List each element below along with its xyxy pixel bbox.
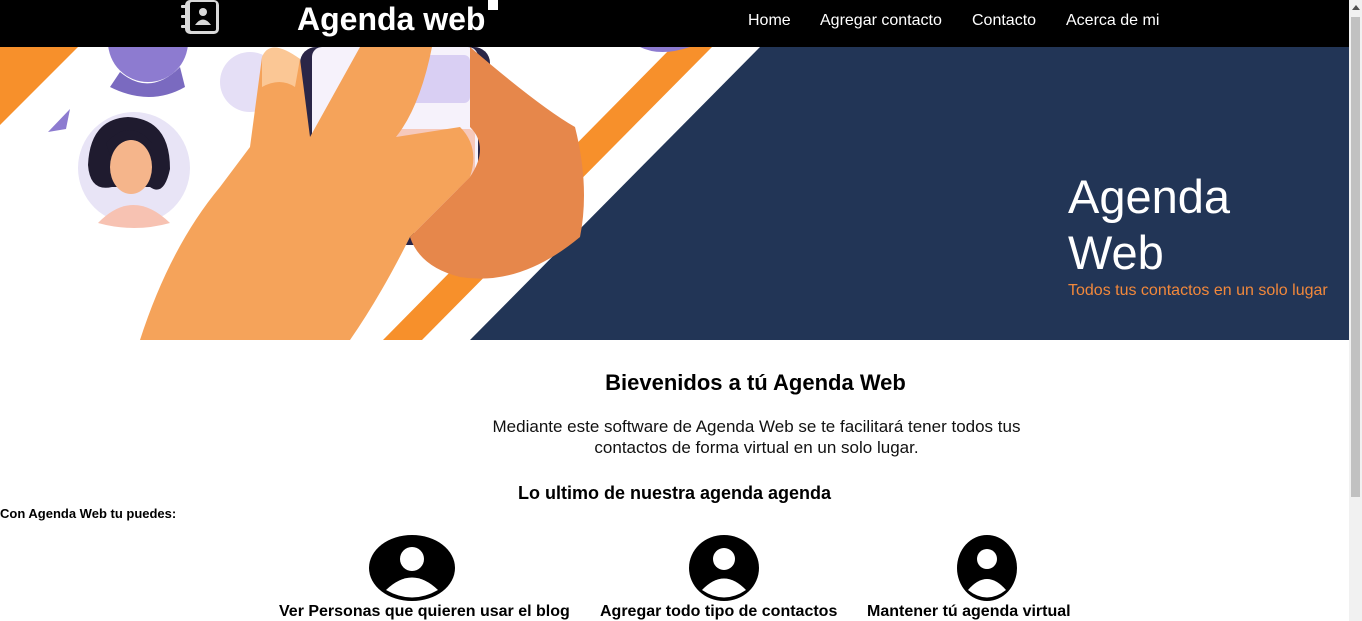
scroll-up-arrow-icon[interactable] [1352,5,1360,10]
welcome-title: Bievenidos a tú Agenda Web [605,370,906,395]
user-circle-icon [689,535,759,601]
user-circle-icon [957,535,1017,601]
hero-title: Agenda Web [1068,170,1231,279]
brand-title[interactable]: Agenda web [297,1,485,37]
vertical-scrollbar[interactable] [1349,0,1362,621]
latest-title: Lo ultimo de nuestra agenda agenda [517,483,832,503]
welcome-text: Mediante este software de Agenda Web se … [492,417,1021,457]
feature-label-ver-personas: Ver Personas que quieren usar el blog [279,603,570,620]
navbar: Agenda web Home Agregar contacto Contact… [0,0,1349,47]
feature-label-mantener-agenda: Mantener tú agenda virtual [867,603,1071,620]
nav-link-acerca-de-mi[interactable]: Acerca de mi [1066,12,1159,30]
feature-label-agregar-contactos: Agregar todo tipo de contactos [600,603,838,620]
features-intro: Con Agenda Web tu puedes: [0,506,177,521]
user-circle-icon [369,535,455,601]
nav-link-agregar-contacto[interactable]: Agregar contacto [820,12,942,30]
brand-mark [488,0,498,10]
nav-link-contacto[interactable]: Contacto [972,12,1036,30]
address-book-icon [181,0,219,34]
hero-banner: Agenda Web Todos tus contactos en un sol… [0,47,1349,340]
nav-link-home[interactable]: Home [748,12,791,30]
hero-subtitle: Todos tus contactos en un solo lugar [1068,282,1328,299]
scrollbar-thumb[interactable] [1351,17,1360,497]
